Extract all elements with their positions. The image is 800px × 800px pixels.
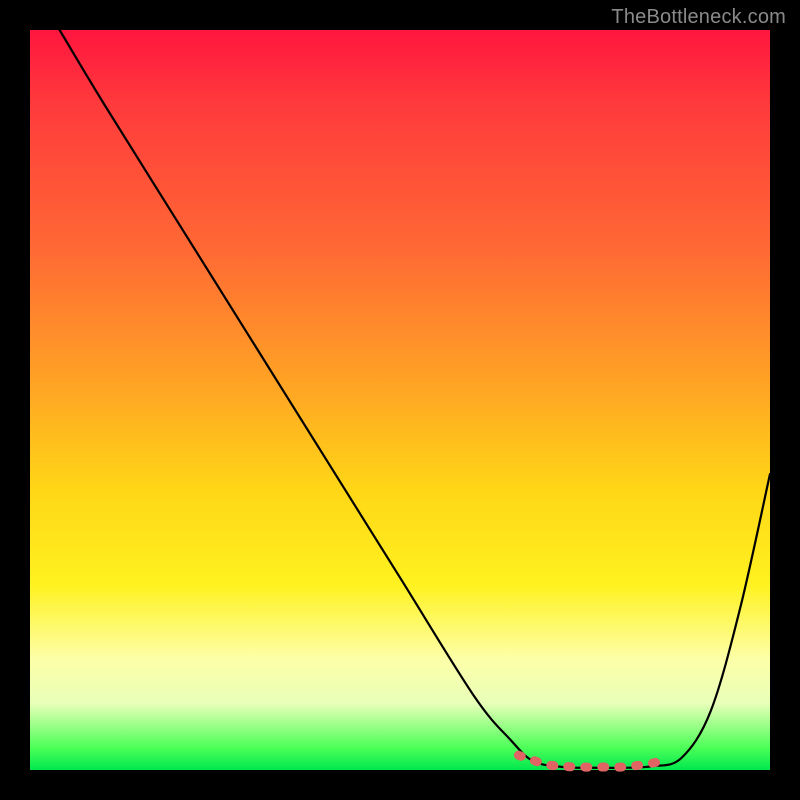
optimal-range-markers [518, 755, 662, 767]
plot-area [30, 30, 770, 770]
chart-frame: TheBottleneck.com [0, 0, 800, 800]
chart-svg [30, 30, 770, 770]
watermark-text: TheBottleneck.com [611, 6, 786, 29]
bottleneck-curve [60, 30, 770, 768]
